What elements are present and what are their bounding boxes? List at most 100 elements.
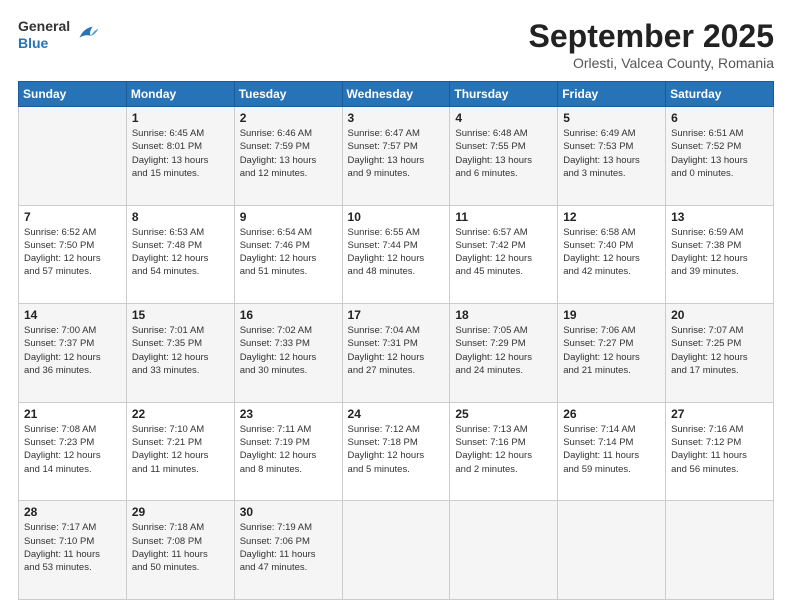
day-info: Sunrise: 7:16 AM Sunset: 7:12 PM Dayligh… (671, 423, 768, 476)
day-info: Sunrise: 7:10 AM Sunset: 7:21 PM Dayligh… (132, 423, 229, 476)
day-info: Sunrise: 6:54 AM Sunset: 7:46 PM Dayligh… (240, 226, 337, 279)
day-info: Sunrise: 7:13 AM Sunset: 7:16 PM Dayligh… (455, 423, 552, 476)
table-row: 9Sunrise: 6:54 AM Sunset: 7:46 PM Daylig… (234, 205, 342, 304)
col-monday: Monday (126, 82, 234, 107)
table-row (558, 501, 666, 600)
col-sunday: Sunday (19, 82, 127, 107)
calendar-header-row: Sunday Monday Tuesday Wednesday Thursday… (19, 82, 774, 107)
day-info: Sunrise: 6:53 AM Sunset: 7:48 PM Dayligh… (132, 226, 229, 279)
day-info: Sunrise: 7:18 AM Sunset: 7:08 PM Dayligh… (132, 521, 229, 574)
day-number: 28 (24, 505, 121, 519)
table-row: 1Sunrise: 6:45 AM Sunset: 8:01 PM Daylig… (126, 107, 234, 206)
day-number: 3 (348, 111, 445, 125)
table-row: 4 Sunrise: 6:48 AM Sunset: 7:55 PM Daylig… (450, 107, 558, 206)
day-info: Sunrise: 7:00 AM Sunset: 7:37 PM Dayligh… (24, 324, 121, 377)
day-number: 8 (132, 210, 229, 224)
day-number: 23 (240, 407, 337, 421)
day-info: Sunrise: 6:47 AM Sunset: 7:57 PM Dayligh… (348, 127, 445, 180)
day-number: 21 (24, 407, 121, 421)
table-row (666, 501, 774, 600)
day-info: Sunrise: 7:19 AM Sunset: 7:06 PM Dayligh… (240, 521, 337, 574)
day-number: 13 (671, 210, 768, 224)
table-row: 14 Sunrise: 7:00 AM Sunset: 7:37 PM Dayli… (19, 304, 127, 403)
day-info: Sunrise: 6:46 AM Sunset: 7:59 PM Dayligh… (240, 127, 337, 180)
table-row: 17 Sunrise: 7:04 AM Sunset: 7:31 PM Dayli… (342, 304, 450, 403)
day-info: Sunrise: 7:01 AM Sunset: 7:35 PM Dayligh… (132, 324, 229, 377)
col-friday: Friday (558, 82, 666, 107)
calendar-week-row: 1Sunrise: 6:45 AM Sunset: 8:01 PM Daylig… (19, 107, 774, 206)
logo: General Blue (18, 18, 100, 52)
day-info: Sunrise: 6:55 AM Sunset: 7:44 PM Dayligh… (348, 226, 445, 279)
table-row: 2 Sunrise: 6:46 AM Sunset: 7:59 PM Daylig… (234, 107, 342, 206)
table-row: 10 Sunrise: 6:55 AM Sunset: 7:44 PM Dayli… (342, 205, 450, 304)
table-row: 27 Sunrise: 7:16 AM Sunset: 7:12 PM Dayli… (666, 402, 774, 501)
day-number: 29 (132, 505, 229, 519)
title-block: September 2025 Orlesti, Valcea County, R… (529, 18, 774, 71)
table-row: 18Sunrise: 7:05 AM Sunset: 7:29 PM Dayli… (450, 304, 558, 403)
day-info: Sunrise: 7:07 AM Sunset: 7:25 PM Dayligh… (671, 324, 768, 377)
table-row: 7Sunrise: 6:52 AM Sunset: 7:50 PM Daylig… (19, 205, 127, 304)
day-info: Sunrise: 7:02 AM Sunset: 7:33 PM Dayligh… (240, 324, 337, 377)
day-info: Sunrise: 6:58 AM Sunset: 7:40 PM Dayligh… (563, 226, 660, 279)
day-number: 1 (132, 111, 229, 125)
calendar-week-row: 21 Sunrise: 7:08 AM Sunset: 7:23 PM Dayli… (19, 402, 774, 501)
day-number: 10 (348, 210, 445, 224)
day-number: 5 (563, 111, 660, 125)
day-number: 15 (132, 308, 229, 322)
table-row: 22 Sunrise: 7:10 AM Sunset: 7:21 PM Dayli… (126, 402, 234, 501)
day-info: Sunrise: 7:14 AM Sunset: 7:14 PM Dayligh… (563, 423, 660, 476)
table-row: 30Sunrise: 7:19 AM Sunset: 7:06 PM Dayli… (234, 501, 342, 600)
col-wednesday: Wednesday (342, 82, 450, 107)
day-info: Sunrise: 6:49 AM Sunset: 7:53 PM Dayligh… (563, 127, 660, 180)
table-row: 28 Sunrise: 7:17 AM Sunset: 7:10 PM Dayli… (19, 501, 127, 600)
table-row: 5 Sunrise: 6:49 AM Sunset: 7:53 PM Daylig… (558, 107, 666, 206)
day-info: Sunrise: 7:04 AM Sunset: 7:31 PM Dayligh… (348, 324, 445, 377)
calendar-table: Sunday Monday Tuesday Wednesday Thursday… (18, 81, 774, 600)
day-info: Sunrise: 6:57 AM Sunset: 7:42 PM Dayligh… (455, 226, 552, 279)
day-number: 27 (671, 407, 768, 421)
day-number: 18 (455, 308, 552, 322)
day-number: 11 (455, 210, 552, 224)
table-row (450, 501, 558, 600)
day-info: Sunrise: 6:59 AM Sunset: 7:38 PM Dayligh… (671, 226, 768, 279)
table-row: 19 Sunrise: 7:06 AM Sunset: 7:27 PM Dayli… (558, 304, 666, 403)
logo-bird-icon (72, 21, 100, 49)
day-number: 26 (563, 407, 660, 421)
location: Orlesti, Valcea County, Romania (529, 55, 774, 71)
day-number: 7 (24, 210, 121, 224)
table-row: 12 Sunrise: 6:58 AM Sunset: 7:40 PM Dayli… (558, 205, 666, 304)
day-number: 2 (240, 111, 337, 125)
table-row: 21 Sunrise: 7:08 AM Sunset: 7:23 PM Dayli… (19, 402, 127, 501)
day-number: 16 (240, 308, 337, 322)
day-number: 12 (563, 210, 660, 224)
calendar-week-row: 14 Sunrise: 7:00 AM Sunset: 7:37 PM Dayli… (19, 304, 774, 403)
calendar-week-row: 28 Sunrise: 7:17 AM Sunset: 7:10 PM Dayli… (19, 501, 774, 600)
table-row: 20 Sunrise: 7:07 AM Sunset: 7:25 PM Dayli… (666, 304, 774, 403)
col-thursday: Thursday (450, 82, 558, 107)
table-row: 3 Sunrise: 6:47 AM Sunset: 7:57 PM Daylig… (342, 107, 450, 206)
day-info: Sunrise: 6:48 AM Sunset: 7:55 PM Dayligh… (455, 127, 552, 180)
day-info: Sunrise: 7:08 AM Sunset: 7:23 PM Dayligh… (24, 423, 121, 476)
table-row: 23Sunrise: 7:11 AM Sunset: 7:19 PM Dayli… (234, 402, 342, 501)
table-row: 29 Sunrise: 7:18 AM Sunset: 7:08 PM Dayli… (126, 501, 234, 600)
day-number: 25 (455, 407, 552, 421)
table-row: 13 Sunrise: 6:59 AM Sunset: 7:38 PM Dayli… (666, 205, 774, 304)
table-row: 11 Sunrise: 6:57 AM Sunset: 7:42 PM Dayli… (450, 205, 558, 304)
header: General Blue September 2025 Orlesti, Val… (18, 18, 774, 71)
day-number: 20 (671, 308, 768, 322)
calendar-week-row: 7Sunrise: 6:52 AM Sunset: 7:50 PM Daylig… (19, 205, 774, 304)
day-info: Sunrise: 7:17 AM Sunset: 7:10 PM Dayligh… (24, 521, 121, 574)
day-info: Sunrise: 6:51 AM Sunset: 7:52 PM Dayligh… (671, 127, 768, 180)
day-info: Sunrise: 7:12 AM Sunset: 7:18 PM Dayligh… (348, 423, 445, 476)
page: General Blue September 2025 Orlesti, Val… (0, 0, 792, 612)
day-number: 14 (24, 308, 121, 322)
day-number: 19 (563, 308, 660, 322)
table-row: 6Sunrise: 6:51 AM Sunset: 7:52 PM Daylig… (666, 107, 774, 206)
table-row: 15 Sunrise: 7:01 AM Sunset: 7:35 PM Dayli… (126, 304, 234, 403)
day-number: 17 (348, 308, 445, 322)
table-row (19, 107, 127, 206)
day-number: 22 (132, 407, 229, 421)
day-info: Sunrise: 7:06 AM Sunset: 7:27 PM Dayligh… (563, 324, 660, 377)
month-title: September 2025 (529, 18, 774, 55)
day-number: 4 (455, 111, 552, 125)
